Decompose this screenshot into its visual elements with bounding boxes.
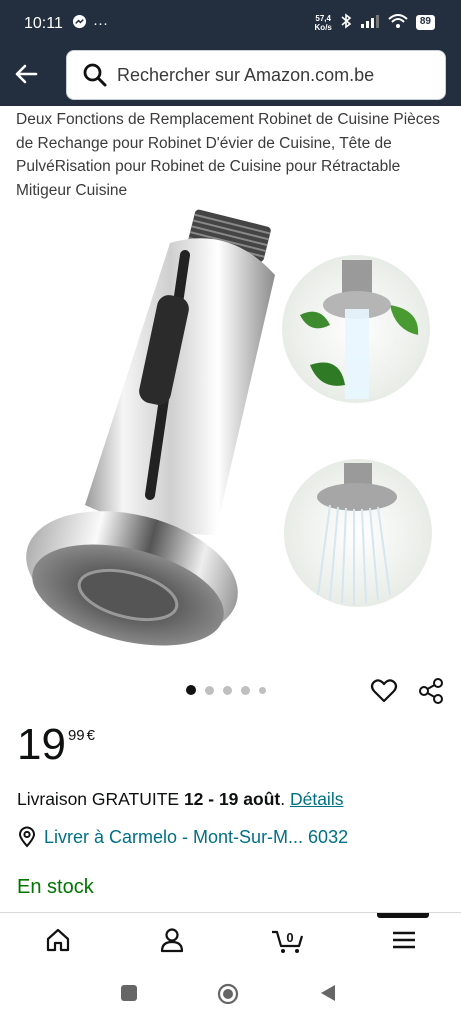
- active-tab-indicator: [377, 913, 429, 918]
- bottom-navigation: 0: [0, 912, 461, 970]
- back-arrow-icon[interactable]: [12, 60, 40, 88]
- search-input[interactable]: Rechercher sur Amazon.com.be: [66, 50, 446, 100]
- bluetooth-icon: [340, 13, 352, 32]
- location-text: Livrer à Carmelo - Mont-Sur-M... 6032: [44, 826, 349, 847]
- battery-indicator: 89: [415, 15, 435, 30]
- wifi-icon: [388, 13, 408, 32]
- delivery-info: Livraison GRATUITE 12 - 19 août. Détails: [17, 789, 344, 809]
- home-circle-icon[interactable]: [217, 983, 239, 1010]
- status-time: 10:11: [24, 15, 63, 32]
- signal-icon: [360, 14, 380, 31]
- account-icon[interactable]: [157, 925, 187, 955]
- messenger-icon: [72, 14, 87, 33]
- product-image[interactable]: [0, 205, 461, 675]
- stock-status: En stock: [17, 876, 94, 898]
- search-icon: [83, 63, 107, 87]
- carousel-dot-1[interactable]: [186, 685, 196, 695]
- status-bar: 10:11 ··· 57,4 Ko/s 89: [0, 0, 461, 48]
- product-title: Deux Fonctions de Remplacement Robinet d…: [16, 111, 440, 199]
- deliver-to-location[interactable]: Livrer à Carmelo - Mont-Sur-M... 6032: [16, 826, 348, 848]
- cart-icon[interactable]: 0: [270, 925, 306, 955]
- price-currency: €: [86, 727, 95, 744]
- system-navigation-bar: [0, 970, 461, 1024]
- search-header: Rechercher sur Amazon.com.be: [0, 48, 461, 106]
- carousel-dot-4[interactable]: [241, 685, 250, 695]
- delivery-details-link[interactable]: Détails: [290, 789, 344, 809]
- more-notifications-icon: ···: [93, 15, 108, 32]
- carousel-dot-3[interactable]: [223, 685, 232, 695]
- product-price: 19 99 €: [17, 720, 95, 770]
- network-speed: 57,4 Ko/s: [314, 13, 332, 32]
- menu-icon[interactable]: [389, 925, 419, 955]
- cart-count: 0: [286, 930, 293, 945]
- carousel-dot-2[interactable]: [205, 685, 214, 695]
- home-icon[interactable]: [43, 925, 73, 955]
- price-whole: 19: [17, 720, 66, 769]
- image-carousel-dots[interactable]: [186, 685, 266, 695]
- price-fraction: 99: [67, 727, 85, 744]
- delivery-dates: 12 - 19 août: [183, 789, 281, 809]
- heart-icon[interactable]: [370, 677, 398, 705]
- carousel-dot-5[interactable]: [259, 686, 266, 694]
- share-icon[interactable]: [416, 676, 446, 706]
- back-triangle-icon[interactable]: [319, 984, 337, 1007]
- search-placeholder: Rechercher sur Amazon.com.be: [117, 64, 375, 85]
- location-pin-icon: [18, 826, 36, 848]
- recent-apps-icon[interactable]: [120, 984, 138, 1007]
